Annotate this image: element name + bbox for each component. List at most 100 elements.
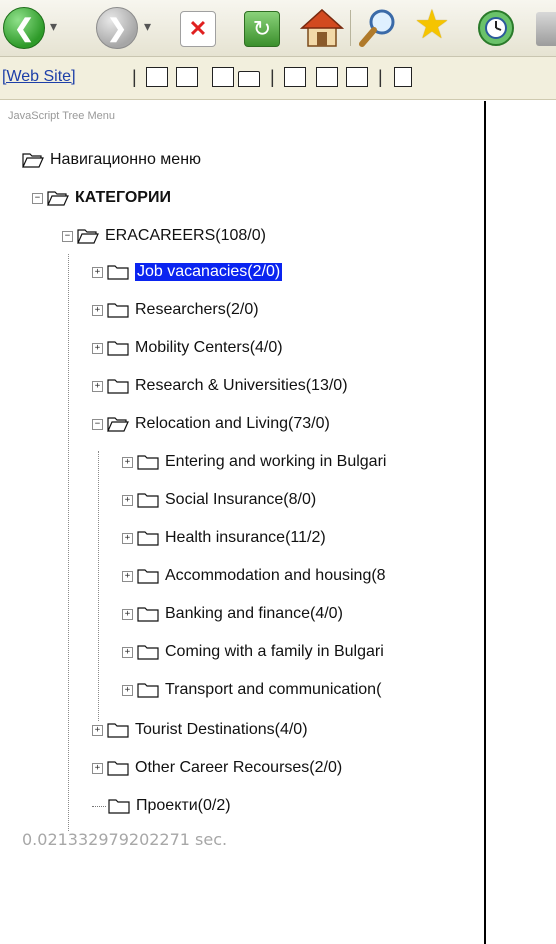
- links-separator: |: [378, 67, 383, 87]
- tree-root-label: Навигационно меню: [50, 151, 202, 168]
- tree-node-label: Mobility Centers(4/0): [135, 339, 283, 356]
- folder-icon: [137, 568, 159, 584]
- tree-node-job-vacancies[interactable]: + Job vacanacies(2/0): [92, 261, 283, 283]
- content-pane: [486, 101, 556, 944]
- collapse-icon[interactable]: −: [32, 192, 43, 204]
- search-icon[interactable]: [356, 6, 400, 50]
- tree-node-health-insurance[interactable]: + Health insurance(11/2): [122, 527, 326, 549]
- tree-node-projects[interactable]: Проекти(0/2): [92, 795, 231, 817]
- expand-icon[interactable]: +: [122, 646, 133, 658]
- expand-icon[interactable]: +: [122, 494, 133, 506]
- folder-icon: [107, 378, 129, 394]
- tree-node-label: Researchers(2/0): [135, 301, 259, 318]
- delete-user-icon[interactable]: [284, 67, 306, 87]
- collapse-icon[interactable]: −: [62, 230, 73, 242]
- folder-icon: [137, 682, 159, 698]
- more-tools-icon[interactable]: [536, 12, 556, 46]
- tree-node-banking-finance[interactable]: + Banking and finance(4/0): [122, 603, 343, 625]
- forward-dropdown-icon[interactable]: ▾: [144, 18, 151, 35]
- expand-icon[interactable]: +: [92, 762, 103, 774]
- browser-toolbar: ❮ ▾ ❯ ▾ ✕ ↻ ★: [0, 0, 556, 57]
- website-link[interactable]: [Web Site]: [2, 68, 76, 86]
- tree-node-accommodation-housing[interactable]: + Accommodation and housing(8: [122, 565, 386, 587]
- back-icon[interactable]: ❮: [3, 7, 45, 49]
- tree-node-social-insurance[interactable]: + Social Insurance(8/0): [122, 489, 316, 511]
- tree-node-categories[interactable]: − КАТЕГОРИИ: [32, 187, 171, 209]
- folder-icon: [107, 302, 129, 318]
- links-separator: |: [132, 67, 137, 87]
- expand-icon[interactable]: +: [122, 684, 133, 696]
- edit-page-icon[interactable]: [176, 67, 198, 87]
- tree-node-label: ERACAREERS(108/0): [105, 227, 266, 244]
- tree-menu-title: JavaScript Tree Menu: [8, 110, 115, 122]
- tree-node-coming-with-family[interactable]: + Coming with a family in Bulgari: [122, 641, 384, 663]
- history-icon[interactable]: [476, 8, 516, 48]
- links-bar: [Web Site] | | |: [0, 57, 556, 100]
- tree-node-label: Проекти(0/2): [136, 797, 231, 814]
- tree-node-label: Entering and working in Bulgari: [165, 453, 387, 470]
- tree-node-mobility-centers[interactable]: + Mobility Centers(4/0): [92, 337, 283, 359]
- page-generation-time: 0.021332979202271 sec.: [22, 830, 228, 849]
- folder-icon: [137, 644, 159, 660]
- expand-icon[interactable]: +: [92, 304, 103, 316]
- tree-node-label: Accommodation and housing(8: [165, 567, 386, 584]
- tree-node-label: Social Insurance(8/0): [165, 491, 317, 508]
- expand-icon[interactable]: +: [122, 456, 133, 468]
- tree-node-label: Tourist Destinations(4/0): [135, 721, 308, 738]
- toolbar-separator: [350, 10, 351, 46]
- collapse-icon[interactable]: −: [92, 418, 103, 430]
- folder-icon: [137, 530, 159, 546]
- tree-node-research-universities[interactable]: + Research & Universities(13/0): [92, 375, 348, 397]
- tree-node-label: Transport and communication(: [165, 681, 382, 698]
- expand-icon[interactable]: +: [92, 266, 103, 278]
- tree-node-researchers[interactable]: + Researchers(2/0): [92, 299, 259, 321]
- expand-icon[interactable]: +: [92, 380, 103, 392]
- tree-menu-pane: JavaScript Tree Menu Навигационно меню −…: [0, 101, 486, 944]
- new-folder-icon[interactable]: [238, 71, 260, 87]
- folder-icon: [108, 798, 130, 814]
- tree-node-label: Relocation and Living(73/0): [135, 415, 330, 432]
- expand-icon[interactable]: +: [122, 608, 133, 620]
- open-folder-icon: [77, 228, 99, 244]
- tree-node-relocation-living[interactable]: − Relocation and Living(73/0): [92, 413, 330, 435]
- tree-node-label: Research & Universities(13/0): [135, 377, 348, 394]
- user-help-icon[interactable]: [346, 67, 368, 87]
- delete-page-icon[interactable]: [212, 67, 234, 87]
- user-settings-icon[interactable]: [316, 67, 338, 87]
- open-folder-icon: [22, 152, 44, 168]
- back-dropdown-icon[interactable]: ▾: [50, 18, 57, 35]
- tree-node-eracareers[interactable]: − ERACAREERS(108/0): [62, 225, 266, 247]
- folder-icon: [137, 454, 159, 470]
- refresh-icon[interactable]: ↻: [244, 11, 280, 47]
- folder-icon: [107, 760, 129, 776]
- tree-root[interactable]: Навигационно меню: [22, 149, 201, 171]
- new-page-icon[interactable]: [146, 67, 168, 87]
- folder-icon: [137, 606, 159, 622]
- tree-node-tourist-destinations[interactable]: + Tourist Destinations(4/0): [92, 719, 308, 741]
- folder-icon: [107, 264, 129, 280]
- expand-icon[interactable]: +: [122, 532, 133, 544]
- forward-icon[interactable]: ❯: [96, 7, 138, 49]
- document-icon[interactable]: [394, 67, 412, 87]
- expand-icon[interactable]: +: [92, 724, 103, 736]
- links-separator: |: [270, 67, 275, 87]
- stop-icon[interactable]: ✕: [180, 11, 216, 47]
- tree-node-entering-working[interactable]: + Entering and working in Bulgari: [122, 451, 386, 473]
- expand-icon[interactable]: +: [92, 342, 103, 354]
- folder-icon: [107, 722, 129, 738]
- home-icon[interactable]: [300, 6, 344, 50]
- folder-icon: [137, 492, 159, 508]
- tree-node-label: Banking and finance(4/0): [165, 605, 343, 622]
- tree-guide-line: [98, 451, 99, 721]
- tree-node-other-career[interactable]: + Other Career Recourses(2/0): [92, 757, 342, 779]
- tree-node-label: Coming with a family in Bulgari: [165, 643, 384, 660]
- expand-icon[interactable]: +: [122, 570, 133, 582]
- tree-node-label: КАТЕГОРИИ: [75, 189, 171, 206]
- tree-node-label: Health insurance(11/2): [165, 529, 326, 546]
- open-folder-icon: [107, 416, 129, 432]
- folder-icon: [107, 340, 129, 356]
- tree-guide-line: [68, 254, 69, 831]
- tree-node-label: Other Career Recourses(2/0): [135, 759, 343, 776]
- favorites-star-icon[interactable]: ★: [414, 2, 450, 48]
- tree-node-transport-communication[interactable]: + Transport and communication(: [122, 679, 381, 701]
